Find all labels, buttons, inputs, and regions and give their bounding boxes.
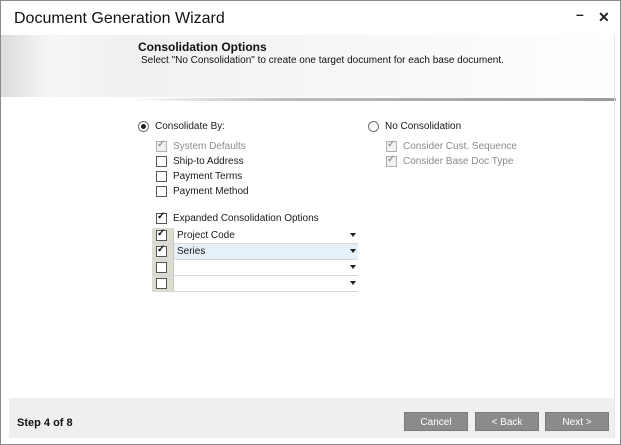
expanded-options-grid: Project Code Series [152,228,358,292]
checkbox-icon [156,139,167,152]
consolidate-by-radio[interactable]: Consolidate By: [138,119,225,133]
payment-terms-checkbox[interactable]: Payment Terms [156,169,242,183]
wizard-header: Consolidation Options Select "No Consoli… [1,35,620,97]
expanded-options-checkbox[interactable]: Expanded Consolidation Options [156,211,319,225]
row-value: Project Code [177,230,235,241]
row-value: Series [177,246,206,257]
wizard-footer: Step 4 of 8 Cancel < Back Next > [9,398,614,438]
system-defaults-checkbox: System Defaults [156,139,246,153]
dropdown-arrow-icon[interactable] [350,233,356,237]
row-dropdown[interactable]: Series [174,244,358,259]
row-dropdown[interactable] [174,276,358,291]
step-indicator: Step 4 of 8 [17,417,73,429]
payment-terms-label: Payment Terms [173,170,243,182]
checkbox-icon[interactable] [156,211,167,224]
page-subtitle: Select "No Consolidation" to create one … [141,55,504,66]
consolidate-by-label: Consolidate By: [155,120,226,132]
dropdown-arrow-icon[interactable] [350,281,356,285]
ship-to-address-checkbox[interactable]: Ship-to Address [156,154,244,168]
checkbox-icon[interactable] [156,185,167,197]
no-consolidation-label: No Consolidation [385,120,462,132]
grid-row: Series [152,244,358,260]
back-button[interactable]: < Back [475,412,539,431]
right-divider [614,35,615,438]
consider-cust-sequence-label: Consider Cust. Sequence [403,140,517,152]
header-divider [131,98,616,101]
minimize-icon[interactable]: – [576,6,584,22]
dropdown-arrow-icon[interactable] [350,265,356,269]
checkbox-icon[interactable] [156,170,167,182]
ship-to-address-label: Ship-to Address [173,155,244,167]
dropdown-arrow-icon[interactable] [350,249,356,253]
title-bar: Document Generation Wizard – ✕ [1,1,620,35]
row-dropdown[interactable]: Project Code [174,228,358,243]
grid-row [152,276,358,292]
cancel-button[interactable]: Cancel [404,412,468,431]
radio-selected-icon[interactable] [138,120,149,132]
next-button[interactable]: Next > [545,412,609,431]
payment-method-checkbox[interactable]: Payment Method [156,184,249,198]
checkbox-icon[interactable] [156,155,167,167]
no-consolidation-radio[interactable]: No Consolidation [368,119,461,133]
radio-unselected-icon[interactable] [368,120,379,132]
row-dropdown[interactable] [174,260,358,275]
row-checkbox-icon[interactable] [156,228,167,241]
checkbox-icon [386,139,397,152]
row-checkbox-icon[interactable] [156,278,167,289]
consider-base-doc-type-label: Consider Base Doc Type [403,155,514,167]
consider-cust-sequence-checkbox: Consider Cust. Sequence [386,139,517,153]
system-defaults-label: System Defaults [173,140,246,152]
row-checkbox-icon[interactable] [156,262,167,273]
payment-method-label: Payment Method [173,185,249,197]
expanded-options-label: Expanded Consolidation Options [173,212,319,224]
window-title: Document Generation Wizard [14,10,225,27]
consider-base-doc-type-checkbox: Consider Base Doc Type [386,154,513,168]
page-title: Consolidation Options [138,40,267,54]
wizard-window: Document Generation Wizard – ✕ Consolida… [0,0,621,445]
row-checkbox-icon[interactable] [156,244,167,257]
close-icon[interactable]: ✕ [598,9,610,26]
checkbox-icon [386,154,397,167]
grid-row [152,260,358,276]
grid-row: Project Code [152,228,358,244]
